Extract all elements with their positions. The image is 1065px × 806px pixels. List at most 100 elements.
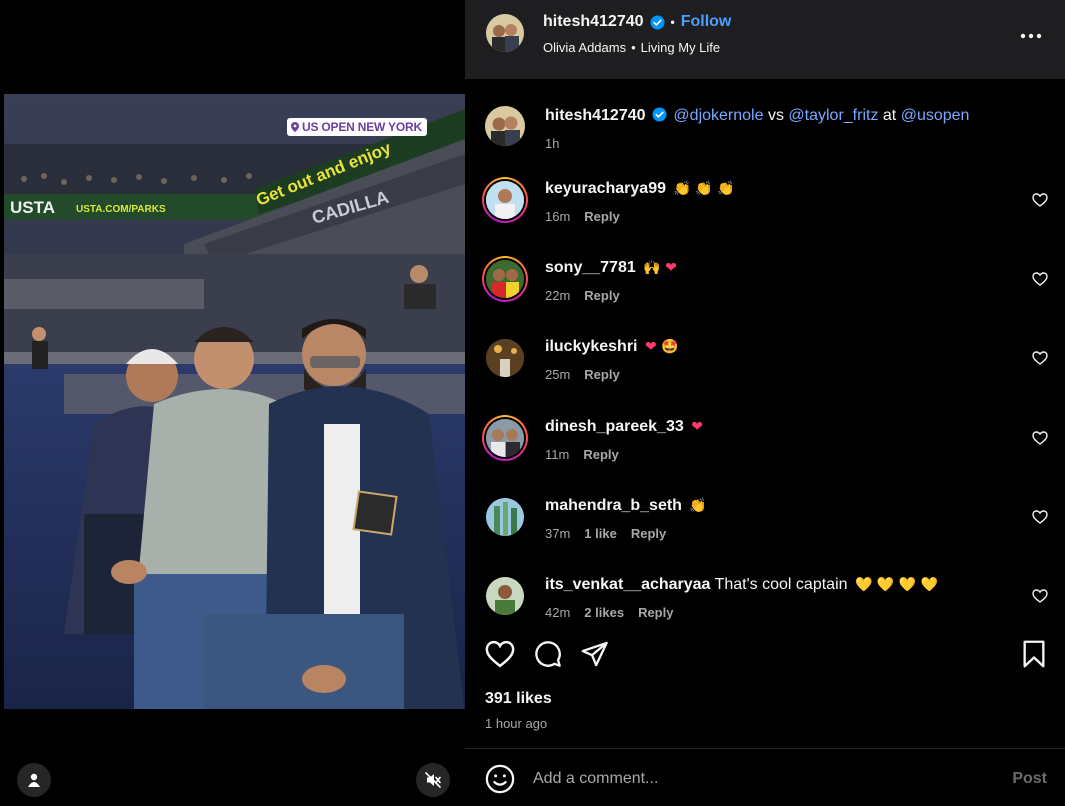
comment-item: keyuracharya99 👏 👏 👏 16m Reply	[482, 177, 1048, 237]
bookmark-icon	[1023, 640, 1045, 668]
like-comment-heart-icon[interactable]	[1032, 430, 1048, 446]
post-comment-button[interactable]: Post	[1012, 770, 1047, 788]
like-comment-heart-icon[interactable]	[1032, 509, 1048, 525]
caption-avatar[interactable]	[485, 106, 525, 146]
author-username[interactable]: hitesh412740	[543, 13, 644, 31]
comment-emoji: 🙌 ❤	[643, 260, 677, 276]
comment-item: dinesh_pareek_33 ❤ 11m Reply	[482, 415, 1048, 475]
comment-avatar-ring[interactable]	[482, 573, 528, 619]
comment-meta: 37m 1 like Reply	[545, 524, 1015, 544]
caption-username[interactable]: hitesh412740	[545, 107, 646, 124]
comment-meta: 11m Reply	[545, 445, 1015, 465]
caption-meta: 1h	[545, 134, 1045, 154]
comment-likes[interactable]: 1 like	[584, 524, 617, 544]
avatar-image	[486, 498, 524, 536]
post-side-panel: hitesh412740 • Follow Olivia Addams • Li…	[465, 0, 1065, 806]
comment-likes[interactable]: 2 likes	[584, 603, 624, 623]
comment-meta: 25m Reply	[545, 365, 1015, 385]
post-video[interactable]: USTA USTA.COM/PARKS Get out and enjoy CA…	[4, 94, 465, 709]
like-button[interactable]	[484, 638, 516, 670]
audio-artist: Olivia Addams	[543, 40, 627, 55]
like-comment-heart-icon[interactable]	[1032, 588, 1048, 604]
comment-text: That's cool captain	[714, 576, 848, 593]
comment-avatar	[486, 260, 524, 298]
comment-item: mahendra_b_seth 👏 37m 1 like Reply	[482, 494, 1048, 554]
more-options-button[interactable]	[1019, 24, 1043, 48]
tagged-users-button[interactable]	[17, 763, 51, 797]
likes-count[interactable]: 391 likes	[485, 690, 552, 708]
comment-avatar-ring[interactable]	[482, 415, 528, 461]
reply-button[interactable]: Reply	[638, 603, 673, 623]
location-sticker-text: US OPEN NEW YORK	[302, 120, 422, 134]
post-timestamp[interactable]: 1 hour ago	[485, 716, 547, 731]
save-button[interactable]	[1018, 638, 1050, 670]
verified-badge-icon	[652, 107, 667, 122]
separator-dot: •	[670, 15, 675, 29]
more-horizontal-icon	[1020, 33, 1042, 39]
comment-username[interactable]: dinesh_pareek_33	[545, 418, 684, 435]
audio-line[interactable]: Olivia Addams • Living My Life	[543, 40, 720, 55]
reply-button[interactable]: Reply	[584, 207, 619, 227]
comment-body: iluckykeshri ❤ 🤩 25m Reply	[545, 337, 1015, 385]
comment-username[interactable]: mahendra_b_seth	[545, 497, 682, 514]
comment-username[interactable]: sony__7781	[545, 259, 636, 276]
comment-emoji: 💛 💛 💛 💛	[854, 577, 939, 593]
follow-button[interactable]: Follow	[681, 13, 732, 31]
avatar-image	[486, 339, 524, 377]
share-button[interactable]	[579, 638, 611, 670]
comment-time: 25m	[545, 367, 571, 382]
comment-avatar	[486, 498, 524, 536]
comment-time: 11m	[545, 447, 570, 462]
avatar-image	[486, 181, 524, 219]
post-header: hitesh412740 • Follow Olivia Addams • Li…	[465, 0, 1065, 79]
caption-avatar-image	[485, 106, 525, 146]
user-icon	[28, 773, 40, 787]
comment-meta: 42m 2 likes Reply	[545, 603, 1015, 623]
caption-mention-taylor-fritz[interactable]: @taylor_fritz	[788, 107, 878, 124]
comment-body: dinesh_pareek_33 ❤ 11m Reply	[545, 417, 1015, 465]
location-sticker[interactable]: US OPEN NEW YORK	[287, 118, 427, 136]
comment-avatar	[486, 577, 524, 615]
caption-body: hitesh412740 @djokernole vs @taylor_frit…	[545, 106, 1045, 154]
add-comment-bar: Post	[465, 749, 1065, 806]
reply-button[interactable]: Reply	[583, 445, 618, 465]
comment-username[interactable]: its_venkat__acharyaa	[545, 576, 710, 593]
comment-button[interactable]	[532, 638, 564, 670]
comment-input[interactable]	[533, 766, 983, 792]
author-line: hitesh412740 • Follow	[543, 13, 731, 31]
reply-button[interactable]: Reply	[584, 286, 619, 306]
comment-avatar-ring[interactable]	[482, 256, 528, 302]
caption-mention-usopen[interactable]: @usopen	[901, 107, 970, 124]
audio-track: Living My Life	[640, 40, 721, 55]
author-avatar[interactable]	[486, 14, 524, 52]
caption-mention-djokernole[interactable]: @djokernole	[673, 107, 763, 124]
avatar-image	[486, 260, 524, 298]
reply-button[interactable]: Reply	[631, 524, 666, 544]
emoji-smile-icon[interactable]	[485, 764, 515, 794]
comment-time: 37m	[545, 526, 571, 541]
caption-text-at: at	[882, 107, 897, 124]
comment-body: sony__7781 🙌 ❤ 22m Reply	[545, 258, 1015, 306]
like-comment-heart-icon[interactable]	[1032, 350, 1048, 366]
reply-button[interactable]: Reply	[584, 365, 619, 385]
comment-avatar-ring[interactable]	[482, 335, 528, 381]
heart-icon	[485, 640, 515, 668]
avatar-image	[486, 577, 524, 615]
comment-meta: 22m Reply	[545, 286, 1015, 306]
comment-avatar-ring[interactable]	[482, 494, 528, 540]
mute-button[interactable]	[416, 763, 450, 797]
comment-time: 22m	[545, 288, 571, 303]
like-comment-heart-icon[interactable]	[1032, 192, 1048, 208]
comment-emoji: ❤ 🤩	[644, 339, 679, 355]
comment-body: its_venkat__acharyaa That's cool captain…	[545, 575, 1015, 623]
comment-username[interactable]: iluckykeshri	[545, 338, 638, 355]
media-panel: USTA USTA.COM/PARKS Get out and enjoy CA…	[0, 0, 465, 806]
comment-avatar	[486, 181, 524, 219]
comment-avatar-ring[interactable]	[482, 177, 528, 223]
comments-list[interactable]: hitesh412740 @djokernole vs @taylor_frit…	[465, 79, 1065, 624]
comment-time: 16m	[545, 209, 571, 224]
location-pin-icon	[291, 122, 299, 132]
like-comment-heart-icon[interactable]	[1032, 271, 1048, 287]
comment-username[interactable]: keyuracharya99	[545, 180, 666, 197]
avatar-image	[486, 419, 524, 457]
